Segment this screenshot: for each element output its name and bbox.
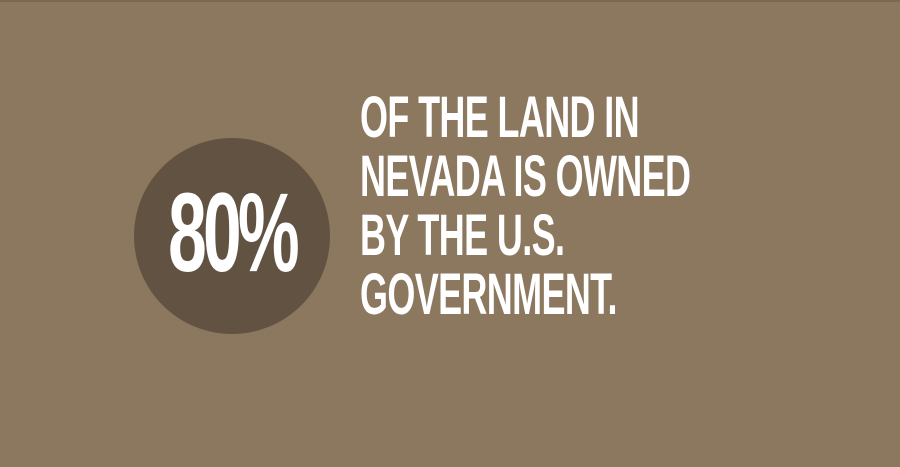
fact-line-3: BY THE U.S. bbox=[360, 203, 565, 268]
fact-line-1: OF THE LAND IN bbox=[360, 85, 640, 150]
fact-line-4: GOVERNMENT. bbox=[360, 262, 618, 327]
top-divider bbox=[0, 0, 900, 2]
fact-text: OF THE LAND IN NEVADA IS OWNED BY THE U.… bbox=[360, 88, 880, 324]
stat-value: 80% bbox=[168, 170, 300, 295]
fact-line-2: NEVADA IS OWNED bbox=[360, 144, 691, 209]
